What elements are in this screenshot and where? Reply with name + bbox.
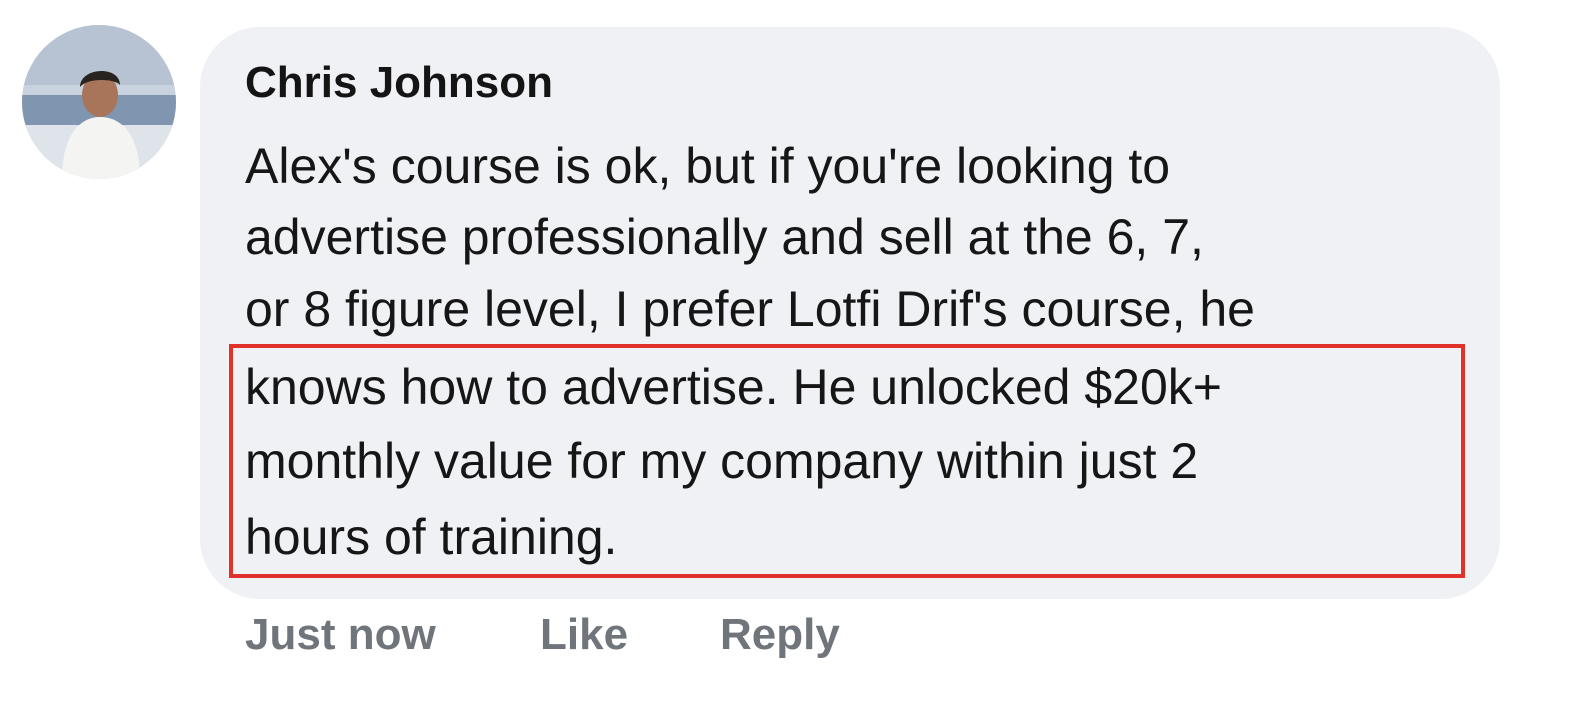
highlight-annotation-box [229,344,1465,578]
like-button[interactable]: Like [540,610,628,660]
avatar-photo [22,25,176,179]
comment-text-line: Alex's course is ok, but if you're looki… [245,138,1171,194]
comment-text-line: advertise professionally and sell at the… [245,209,1204,265]
timestamp: Just now [245,610,436,659]
comment-text-line: or 8 figure level, I prefer Lotfi Drif's… [245,281,1255,337]
reply-button[interactable]: Reply [720,610,840,660]
avatar[interactable] [22,25,176,179]
comment-author[interactable]: Chris Johnson [245,58,553,108]
